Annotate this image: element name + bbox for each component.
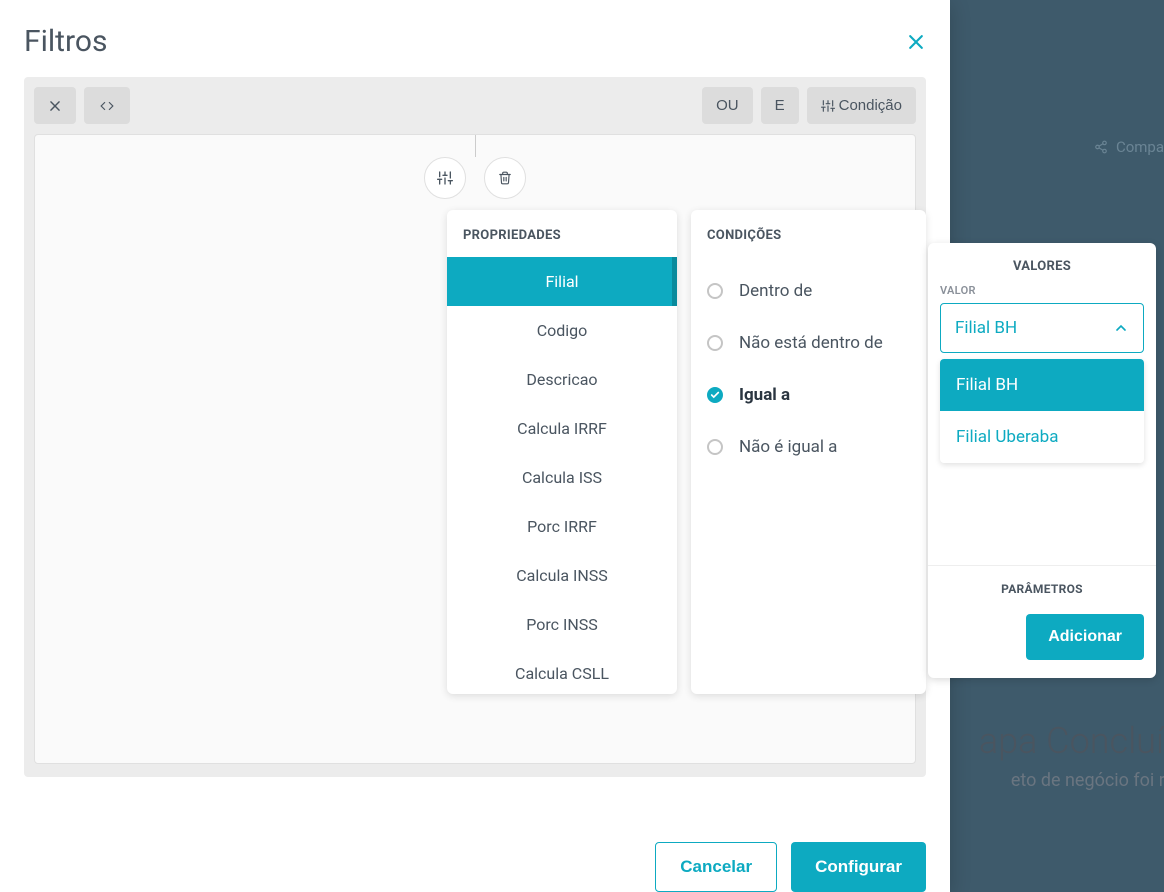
radio-icon: [707, 439, 723, 455]
value-selected: Filial BH: [955, 318, 1017, 338]
condition-label: Não é igual a: [739, 437, 837, 457]
share-button-bg: Compa: [1094, 138, 1164, 156]
dropdown-option[interactable]: Filial BH: [940, 359, 1144, 411]
radio-checked-icon: [707, 387, 723, 403]
chevron-up-icon: [1113, 320, 1129, 336]
condition-item[interactable]: Não é igual a: [707, 421, 910, 473]
condition-label: Não está dentro de: [739, 333, 883, 353]
property-item[interactable]: Filial: [447, 257, 677, 306]
condition-button[interactable]: Condição: [807, 87, 916, 124]
and-button[interactable]: E: [761, 87, 799, 124]
property-item[interactable]: Calcula IRRF: [447, 404, 677, 453]
conditions-title: CONDIÇÕES: [691, 210, 926, 257]
radio-icon: [707, 283, 723, 299]
modal-title: Filtros: [24, 24, 107, 59]
conditions-panel: CONDIÇÕES Dentro de Não está dentro de Igu…: [691, 210, 926, 694]
property-item[interactable]: Porc IRRF: [447, 502, 677, 551]
values-panel: VALORES VALOR Filial BH Filial BHFilial …: [928, 243, 1156, 678]
property-item[interactable]: Calcula CSLL: [447, 649, 677, 694]
value-label: VALOR: [940, 284, 1144, 297]
value-select[interactable]: Filial BH: [940, 303, 1144, 353]
property-item[interactable]: Calcula INSS: [447, 551, 677, 600]
configure-button[interactable]: Configurar: [791, 842, 926, 892]
delete-node-button[interactable]: [484, 157, 526, 199]
connector-line: [475, 135, 476, 157]
properties-panel: PROPRIEDADES FilialCodigoDescricaoCalcul…: [447, 210, 677, 694]
filters-modal: Filtros: [0, 0, 950, 892]
property-item[interactable]: Calcula ISS: [447, 453, 677, 502]
add-button[interactable]: Adicionar: [1026, 614, 1144, 660]
condition-label: Dentro de: [739, 281, 812, 301]
dropdown-option[interactable]: Filial Uberaba: [940, 411, 1144, 463]
params-title: PARÂMETROS: [940, 582, 1144, 596]
clear-button[interactable]: [34, 87, 76, 124]
condition-item[interactable]: Dentro de: [707, 265, 910, 317]
condition-item[interactable]: Igual a: [707, 369, 910, 421]
property-item[interactable]: Porc INSS: [447, 600, 677, 649]
property-item[interactable]: Codigo: [447, 306, 677, 355]
condition-item[interactable]: Não está dentro de: [707, 317, 910, 369]
or-button[interactable]: OU: [702, 87, 753, 124]
filter-canvas: PROPRIEDADES FilialCodigoDescricaoCalcul…: [34, 134, 916, 764]
properties-title: PROPRIEDADES: [447, 210, 677, 257]
property-item[interactable]: Descricao: [447, 355, 677, 404]
settings-node-button[interactable]: [424, 157, 466, 199]
radio-icon: [707, 335, 723, 351]
values-title: VALORES: [928, 243, 1156, 284]
bg-stage-sub: eto de negócio foi rea: [1011, 770, 1164, 791]
close-icon[interactable]: [906, 32, 926, 52]
code-button[interactable]: [84, 87, 130, 124]
cancel-button[interactable]: Cancelar: [655, 842, 777, 892]
bg-stage-title: apa Concluíd: [979, 720, 1164, 762]
condition-label: Igual a: [739, 385, 790, 405]
filter-builder-panel: OU E Condição: [24, 77, 926, 777]
